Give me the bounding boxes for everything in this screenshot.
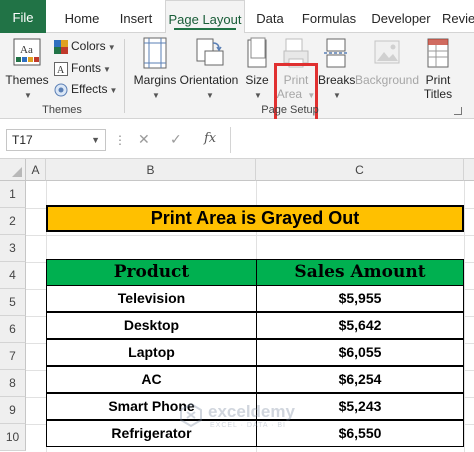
themes-label: Themes <box>5 73 49 87</box>
colors-icon <box>54 39 68 54</box>
row-header[interactable]: 3 <box>0 235 26 262</box>
column-header-a[interactable]: A <box>26 159 46 181</box>
row-header[interactable]: 4 <box>0 262 26 289</box>
fonts-button[interactable]: A Fonts ▼ <box>54 59 111 77</box>
effects-label: Effects <box>71 82 108 96</box>
margins-icon <box>143 37 167 69</box>
size-button[interactable]: Size ▼ <box>242 37 272 103</box>
svg-text:Aa: Aa <box>20 44 33 56</box>
size-label: Size <box>245 73 269 87</box>
table-cell-product[interactable]: AC <box>46 366 257 393</box>
chevron-down-icon: ▼ <box>152 91 160 100</box>
chevron-down-icon: ▼ <box>206 91 214 100</box>
row-header[interactable]: 10 <box>0 424 26 451</box>
watermark-tagline: EXCEL · DATA · BI <box>210 422 286 429</box>
print-titles-button[interactable]: Print Titles <box>420 37 456 101</box>
chevron-down-icon[interactable]: ▼ <box>91 130 100 150</box>
tab-review[interactable]: Review <box>442 0 474 33</box>
tab-data[interactable]: Data <box>250 0 290 33</box>
effects-icon <box>54 83 68 97</box>
formula-input[interactable] <box>230 127 474 153</box>
enter-icon[interactable]: ✓ <box>170 131 182 148</box>
table-cell-product[interactable]: Desktop <box>46 312 257 339</box>
print-titles-icon <box>427 38 449 68</box>
effects-button[interactable]: Effects ▼ <box>54 80 117 98</box>
table-cell-product[interactable]: Television <box>46 285 257 312</box>
print-titles-label-2: Titles <box>423 87 453 101</box>
margins-button[interactable]: Margins ▼ <box>132 37 178 103</box>
colors-button[interactable]: Colors ▼ <box>54 37 116 55</box>
chevron-down-icon: ▼ <box>103 65 111 74</box>
table-header-product[interactable]: Product <box>46 259 257 286</box>
more-options-icon[interactable]: ⋮ <box>114 133 126 147</box>
page-setup-group-label: Page Setup <box>261 104 319 116</box>
themes-icon: Aa <box>13 38 41 66</box>
ribbon-page-layout: Aa Themes ▼ Colors ▼ A Fonts ▼ Effects ▼ Th… <box>0 33 474 135</box>
chevron-down-icon: ▼ <box>107 43 116 52</box>
tab-developer[interactable]: Developer <box>366 0 436 33</box>
table-cell-sales[interactable]: $5,642 <box>256 312 464 339</box>
column-header-c[interactable]: C <box>256 159 464 181</box>
table-cell-product[interactable]: Laptop <box>46 339 257 366</box>
row-header[interactable]: 9 <box>0 397 26 424</box>
watermark-name: exceldemy <box>208 402 295 421</box>
colors-label: Colors <box>71 39 106 53</box>
table-cell-sales[interactable]: $6,254 <box>256 366 464 393</box>
row-header[interactable]: 5 <box>0 289 26 316</box>
svg-text:A: A <box>57 65 65 76</box>
tab-insert[interactable]: Insert <box>112 0 160 33</box>
row-header[interactable]: 1 <box>0 181 26 208</box>
orientation-button[interactable]: Orientation ▼ <box>178 37 240 103</box>
size-icon <box>247 37 267 68</box>
exceldemy-logo-icon <box>180 402 202 428</box>
name-box[interactable]: T17 ▼ <box>6 129 106 151</box>
background-icon <box>374 40 400 64</box>
tab-page-layout[interactable]: Page Layout <box>165 0 245 34</box>
select-all-button[interactable] <box>0 159 26 181</box>
chevron-down-icon: ▼ <box>254 91 262 100</box>
group-divider <box>124 39 125 113</box>
fonts-icon: A <box>54 61 68 76</box>
background-label: Background <box>354 73 420 87</box>
orientation-label: Orientation <box>179 73 239 87</box>
sheet-title-cell[interactable]: Print Area is Grayed Out <box>46 205 464 232</box>
tab-formulas[interactable]: Formulas <box>298 0 360 33</box>
row-header[interactable]: 8 <box>0 370 26 397</box>
tab-file[interactable]: File <box>0 0 46 33</box>
breaks-icon <box>324 38 348 68</box>
cancel-icon[interactable]: ✕ <box>138 131 150 148</box>
background-button[interactable]: Background <box>354 37 420 87</box>
orientation-icon <box>196 38 224 66</box>
insert-function-button[interactable]: fx <box>204 131 216 146</box>
column-header-b[interactable]: B <box>46 159 256 181</box>
formula-bar: T17 ▼ ⋮ ✕ ✓ fx <box>0 119 474 159</box>
dialog-launcher-icon[interactable] <box>454 107 462 115</box>
table-cell-sales[interactable]: $6,055 <box>256 339 464 366</box>
column-header-d[interactable] <box>464 159 474 181</box>
table-header-sales[interactable]: Sales Amount <box>256 259 464 286</box>
fonts-label: Fonts <box>71 61 102 75</box>
row-header[interactable]: 6 <box>0 316 26 343</box>
exceldemy-watermark: exceldemy EXCEL · DATA · BI <box>178 398 328 438</box>
tab-home[interactable]: Home <box>56 0 108 33</box>
table-cell-sales[interactable]: $5,955 <box>256 285 464 312</box>
chevron-down-icon: ▼ <box>109 86 118 95</box>
gridline <box>464 181 465 452</box>
breaks-label: Breaks <box>318 73 356 87</box>
row-header[interactable]: 7 <box>0 343 26 370</box>
gridline <box>26 235 474 236</box>
breaks-button[interactable]: Breaks ▼ <box>318 37 356 103</box>
name-box-value: T17 <box>12 133 33 147</box>
chevron-down-icon: ▼ <box>333 91 341 100</box>
ribbon-tab-bar: File Home Insert Page Layout Data Formul… <box>0 0 474 34</box>
themes-group-label: Themes <box>42 104 82 116</box>
chevron-down-icon: ▼ <box>24 91 32 100</box>
print-titles-label: Print <box>425 73 451 87</box>
margins-label: Margins <box>133 73 177 87</box>
row-header[interactable]: 2 <box>0 208 26 235</box>
themes-button[interactable]: Aa Themes ▼ <box>4 37 50 103</box>
